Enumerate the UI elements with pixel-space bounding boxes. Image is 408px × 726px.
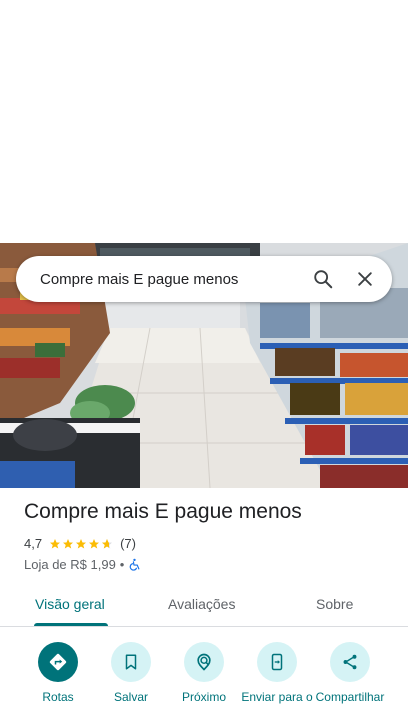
- close-button[interactable]: [344, 258, 386, 300]
- nearby-label: Próximo: [181, 690, 226, 704]
- share-button[interactable]: Compartilhar: [312, 642, 388, 704]
- place-tabs: Visão geral Avaliações Sobre: [0, 583, 408, 627]
- star-icon: [50, 538, 61, 548]
- search-query-text[interactable]: Compre mais E pague menos: [16, 271, 302, 288]
- star-icon: [89, 538, 100, 548]
- tab-about[interactable]: Sobre: [316, 596, 353, 612]
- tab-reviews[interactable]: Avaliações: [168, 596, 235, 612]
- nearby-button[interactable]: Próximo: [166, 642, 242, 704]
- nearby-icon: [197, 653, 211, 671]
- separator-dot: •: [119, 557, 125, 572]
- rating-value: 4,7: [24, 536, 43, 551]
- save-label: Salvar: [113, 690, 148, 704]
- rating-row[interactable]: 4,7 (7): [24, 536, 136, 551]
- directions-icon: [49, 653, 67, 671]
- bookmark-icon: [125, 654, 137, 670]
- wheelchair-accessible-icon: [130, 558, 140, 571]
- share-label: Compartilhar: [315, 690, 385, 704]
- tab-overview[interactable]: Visão geral: [35, 596, 105, 612]
- place-category: Loja de R$ 1,99: [24, 557, 116, 572]
- search-button[interactable]: [302, 258, 344, 300]
- star-icon: [76, 538, 87, 548]
- directions-label: Rotas: [42, 690, 74, 704]
- save-button[interactable]: Salvar: [93, 642, 169, 704]
- star-half-icon: [102, 538, 113, 548]
- close-icon: [358, 272, 372, 286]
- send-to-phone-button[interactable]: Enviar para o: [239, 642, 315, 704]
- review-count: (7): [120, 536, 136, 551]
- map-area[interactable]: [0, 0, 408, 243]
- send-to-phone-label: Enviar para o: [241, 690, 313, 704]
- directions-button[interactable]: Rotas: [20, 642, 96, 704]
- place-title: Compre mais E pague menos: [24, 500, 302, 523]
- action-buttons: Rotas Salvar Próximo Enviar para o Compa…: [0, 640, 408, 726]
- search-icon: [314, 270, 333, 289]
- star-rating: [49, 538, 114, 550]
- search-bar[interactable]: Compre mais E pague menos: [16, 256, 392, 302]
- category-row: Loja de R$ 1,99 •: [24, 557, 141, 572]
- send-to-phone-icon: [271, 653, 283, 671]
- active-tab-indicator: [34, 623, 108, 626]
- star-icon: [63, 538, 74, 548]
- share-icon: [343, 654, 357, 670]
